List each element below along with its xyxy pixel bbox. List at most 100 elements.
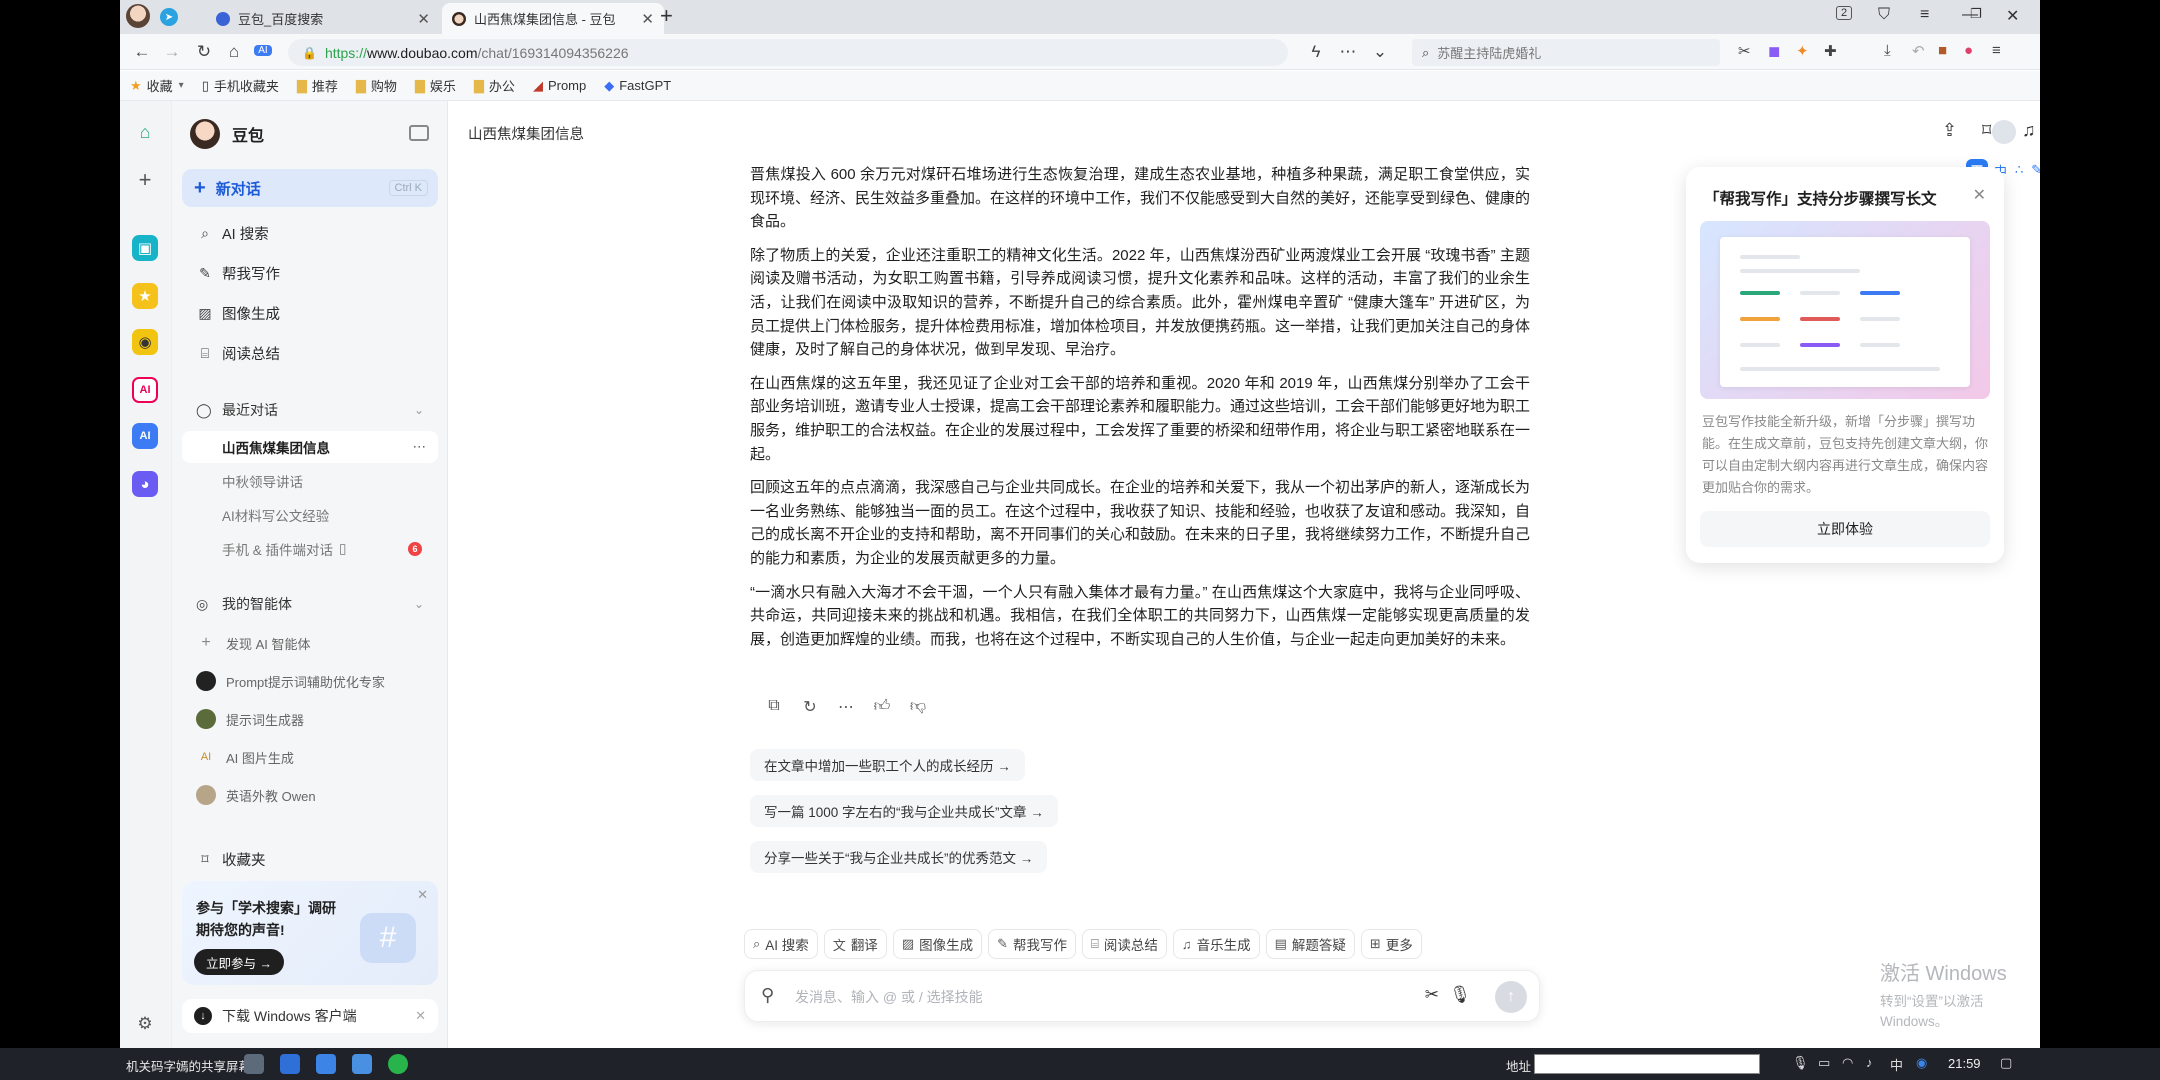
maximize-icon[interactable]: ❐	[1970, 6, 1982, 22]
forward-icon[interactable]: →	[162, 42, 182, 62]
tab-doubao[interactable]: 山西焦煤集团信息 - 豆包 ✕	[442, 3, 664, 34]
wifi-icon[interactable]: ◠	[1842, 1055, 1853, 1071]
recent-chat-item[interactable]: AI材料写公文经验	[182, 499, 438, 531]
thumbs-down-icon[interactable]: 👎︎	[900, 697, 936, 717]
close-icon[interactable]: ✕	[417, 887, 428, 903]
recent-chat-item[interactable]: 山西焦煤集团信息 ⋯	[182, 431, 438, 463]
agent-item[interactable]: 提示词生成器	[182, 702, 438, 736]
volume-icon[interactable]: ♪	[1866, 1055, 1873, 1070]
skill-more[interactable]: ⊞ 更多	[1360, 929, 1422, 959]
close-icon[interactable]: ✕	[415, 1008, 426, 1024]
home-icon[interactable]: ⌂	[224, 42, 244, 62]
recent-chat-item[interactable]: 手机 & 插件端对话 ▯ 6	[182, 533, 438, 565]
message-input[interactable]: ⚲ 发消息、输入 @ 或 / 选择技能 ✂ 🎙︎ ↑	[744, 970, 1540, 1022]
bookmark-office[interactable]: ▇ 办公	[474, 76, 515, 95]
skill-write[interactable]: ✎ 帮我写作	[988, 929, 1077, 959]
brand[interactable]: 豆包	[190, 119, 264, 149]
ai-icon[interactable]: AI	[254, 45, 272, 56]
agents-header[interactable]: ◎ 我的智能体 ⌄	[182, 589, 438, 619]
bookmark-recommend[interactable]: ▇ 推荐	[297, 76, 338, 95]
skill-solve[interactable]: ▤ 解题答疑	[1265, 929, 1355, 959]
nav-write[interactable]: ✎ 帮我写作	[182, 255, 438, 291]
lightning-icon[interactable]: ϟ	[1306, 42, 1326, 62]
copy-icon[interactable]: ⧉	[756, 697, 792, 717]
dots-icon[interactable]: ∴	[2015, 162, 2023, 178]
briefcase-icon[interactable]: ■	[1938, 42, 1947, 59]
avatar[interactable]	[1992, 120, 2016, 144]
game-icon[interactable]: ✦	[1796, 42, 1809, 60]
agent-item[interactable]: 英语外教 Owen	[182, 778, 438, 812]
search-input[interactable]: ⌕ 苏醒主持陆虎婚礼	[1412, 39, 1720, 66]
app-ai-blue-icon[interactable]: AI	[132, 423, 158, 449]
bookmark-prompt[interactable]: ◢ Promp	[533, 78, 586, 94]
address-input[interactable]	[1534, 1054, 1760, 1074]
pen-icon[interactable]: ✎	[2031, 162, 2040, 178]
attach-icon[interactable]: ⚲	[761, 985, 774, 1006]
agent-discover[interactable]: + 发现 AI 智能体	[182, 626, 438, 660]
scissors-icon[interactable]: ✂	[1738, 42, 1751, 60]
recent-header[interactable]: ◯ 最近对话 ⌄	[182, 395, 438, 425]
favorites-item[interactable]: ⌑ 收藏夹	[182, 841, 438, 877]
close-window-icon[interactable]: ✕	[2006, 6, 2019, 26]
ime-icon[interactable]: ◉	[1916, 1055, 1927, 1071]
tab-counter-icon[interactable]: 2	[1836, 6, 1853, 20]
app-ai-icon[interactable]: AI	[132, 377, 158, 403]
menu-icon[interactable]: ≡	[1920, 6, 1929, 24]
mic-icon[interactable]: 🎙︎	[1449, 985, 1471, 1005]
nav-ai-search[interactable]: ⌕ AI 搜索	[182, 215, 438, 251]
agent-item[interactable]: Prompt提示词辅助优化专家	[182, 664, 438, 698]
bookmark-icon[interactable]: ⌑	[1982, 120, 1991, 141]
settings-icon[interactable]: ⚙	[132, 1011, 158, 1037]
wechat-icon[interactable]	[388, 1054, 408, 1074]
close-icon[interactable]: ✕	[417, 10, 430, 28]
share-icon[interactable]: ⇪	[1942, 120, 1957, 141]
skill-ai-search[interactable]: ⌕ AI 搜索	[744, 929, 818, 959]
more-icon[interactable]: ⋯	[828, 697, 864, 717]
chevron-down-icon[interactable]: ⌄	[1370, 42, 1390, 62]
bell-icon[interactable]: ♫	[2022, 120, 2036, 141]
reload-icon[interactable]: ↻	[194, 42, 214, 62]
bookmark-mobile[interactable]: ▯ 手机收藏夹	[202, 76, 279, 95]
app-teal-icon[interactable]: ▣	[132, 235, 158, 261]
thumbs-up-icon[interactable]: 👍︎	[864, 697, 900, 717]
try-now-button[interactable]: 立即体验	[1700, 511, 1990, 547]
more-icon[interactable]: ⋯	[1338, 42, 1358, 62]
app-icon[interactable]	[316, 1054, 336, 1074]
new-chat-button[interactable]: + 新对话 Ctrl K	[182, 169, 438, 207]
home-icon[interactable]: ⌂	[132, 119, 158, 145]
suggestion-chip[interactable]: 在文章中增加一些职工个人的成长经历 →	[750, 749, 1025, 781]
nav-image[interactable]: ▨ 图像生成	[182, 295, 438, 331]
notification-icon[interactable]: ▢	[2000, 1055, 2012, 1071]
new-tab-button[interactable]: +	[660, 3, 673, 29]
download-icon[interactable]: ⤓	[1884, 42, 1891, 59]
scissors-icon[interactable]: ✂	[1425, 985, 1439, 1005]
regenerate-icon[interactable]: ↻	[792, 697, 828, 717]
back-icon[interactable]: ←	[132, 42, 152, 62]
shirt-icon[interactable]: ⛉	[1878, 6, 1890, 24]
url-field[interactable]: 🔒 https:// www.doubao.com /chat/16931409…	[288, 39, 1288, 66]
app-icon[interactable]	[352, 1054, 372, 1074]
suggestion-chip[interactable]: 分享一些关于“我与企业共成长”的优秀范文 →	[750, 841, 1048, 873]
bookmark-favorites[interactable]: ★ 收藏 ▾	[130, 76, 184, 95]
nav-read-summary[interactable]: ⌸ 阅读总结	[182, 335, 438, 371]
tab-baidu[interactable]: 豆包_百度搜索 ✕	[206, 3, 440, 34]
extension-purple-icon[interactable]: ◼	[1768, 42, 1780, 60]
more-icon[interactable]: ⋯	[413, 439, 427, 455]
skill-music[interactable]: ♫ 音乐生成	[1172, 929, 1260, 959]
skill-image[interactable]: ▨ 图像生成	[892, 929, 983, 959]
ime-indicator[interactable]: 中	[1890, 1055, 1903, 1074]
agent-item[interactable]: AI AI 图片生成	[182, 740, 438, 774]
join-survey-button[interactable]: 立即参与 →	[194, 949, 284, 975]
suggestion-chip[interactable]: 写一篇 1000 字左右的“我与企业共成长”文章 →	[750, 795, 1058, 827]
skill-translate[interactable]: 文翻译	[823, 929, 887, 959]
app-icon[interactable]	[244, 1054, 264, 1074]
close-icon[interactable]: ✕	[641, 10, 654, 28]
app-bot-icon[interactable]: ◕	[132, 471, 158, 497]
hamburger-icon[interactable]: ≡	[1992, 42, 2001, 59]
color-circle-icon[interactable]: ●	[1964, 42, 1973, 59]
profile-avatar[interactable]	[126, 4, 150, 28]
download-client-button[interactable]: ↓ 下载 Windows 客户端 ✕	[182, 999, 438, 1033]
app-icon[interactable]	[280, 1054, 300, 1074]
bookmark-entertainment[interactable]: ▇ 娱乐	[415, 76, 456, 95]
puzzle-icon[interactable]: ✚	[1824, 42, 1837, 60]
